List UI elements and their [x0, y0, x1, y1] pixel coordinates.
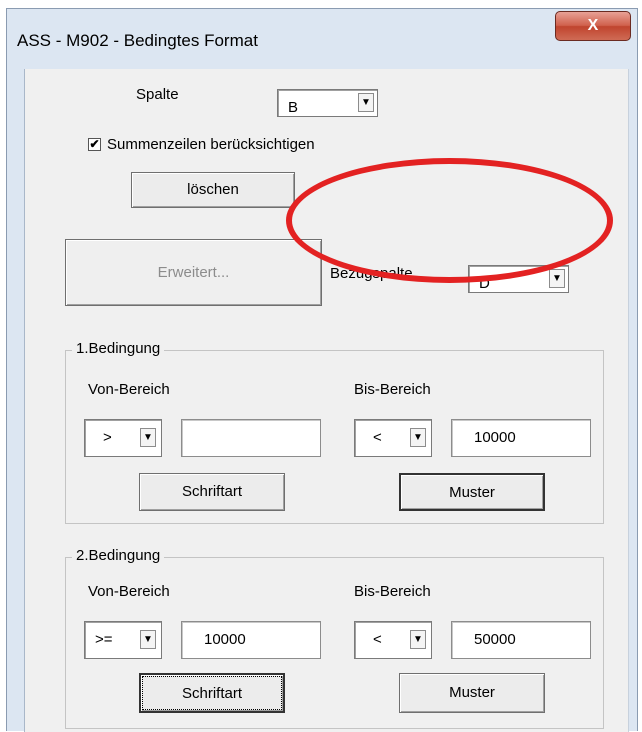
summenzeilen-checkbox[interactable]: ✔ — [88, 138, 101, 151]
close-icon: X — [587, 17, 599, 34]
bis-operator-value: < — [373, 631, 382, 648]
von-operator-value: > — [103, 429, 112, 446]
summenzeilen-label[interactable]: Summenzeilen berücksichtigen — [107, 136, 315, 153]
bis-operator-select[interactable]: < ▼ — [354, 621, 432, 659]
chevron-down-icon[interactable]: ▼ — [358, 93, 374, 112]
chevron-down-icon[interactable]: ▼ — [410, 428, 426, 447]
window-title: ASS - M902 - Bedingtes Format — [17, 31, 258, 50]
erweitert-label: Erweitert... — [157, 264, 230, 281]
chevron-down-icon[interactable]: ▼ — [140, 630, 156, 649]
bedingung-1-title: 1.Bedingung — [72, 340, 165, 357]
bis-operator-select[interactable]: < ▼ — [354, 419, 432, 457]
spalte-select[interactable]: B ▼ — [277, 89, 378, 117]
von-operator-select[interactable]: >= ▼ — [84, 621, 162, 659]
bis-operator-value: < — [373, 429, 382, 446]
bis-bereich-label: Bis-Bereich — [354, 381, 431, 398]
von-value-input[interactable]: 10000 — [181, 621, 321, 659]
von-operator-select[interactable]: > ▼ — [84, 419, 162, 457]
chevron-down-icon[interactable]: ▼ — [410, 630, 426, 649]
von-bereich-label: Von-Bereich — [88, 583, 170, 600]
title-bar[interactable]: ASS - M902 - Bedingtes Format X — [7, 9, 637, 69]
muster-button[interactable]: Muster — [399, 673, 545, 713]
schriftart-label: Schriftart — [181, 483, 242, 500]
checkmark-icon: ✔ — [89, 137, 100, 151]
dialog-window: ASS - M902 - Bedingtes Format X Spalte B… — [6, 8, 638, 732]
bedingung-2-title: 2.Bedingung — [72, 547, 165, 564]
loeschen-button[interactable]: löschen — [131, 172, 295, 208]
schriftart-button[interactable]: Schriftart — [139, 473, 285, 511]
chevron-down-icon[interactable]: ▼ — [549, 269, 565, 288]
bis-value: 10000 — [474, 429, 516, 446]
bedingung-1-group: 1.Bedingung Von-Bereich Bis-Bereich > ▼ … — [65, 340, 604, 524]
schriftart-button[interactable]: Schriftart — [139, 673, 285, 713]
bis-bereich-label: Bis-Bereich — [354, 583, 431, 600]
spalte-value: B — [288, 99, 299, 116]
muster-label: Muster — [449, 484, 495, 501]
muster-label: Muster — [449, 684, 495, 701]
muster-button[interactable]: Muster — [399, 473, 545, 511]
bis-value-input[interactable]: 50000 — [451, 621, 591, 659]
spalte-label: Spalte — [136, 86, 179, 103]
von-value: 10000 — [204, 631, 246, 648]
von-operator-value: >= — [95, 631, 113, 648]
von-bereich-label: Von-Bereich — [88, 381, 170, 398]
schriftart-label: Schriftart — [181, 685, 242, 702]
bis-value-input[interactable]: 10000 — [451, 419, 591, 457]
close-button[interactable]: X — [555, 11, 631, 41]
von-value-input[interactable] — [181, 419, 321, 457]
loeschen-label: löschen — [187, 181, 239, 198]
bedingung-2-group: 2.Bedingung Von-Bereich Bis-Bereich >= ▼… — [65, 547, 604, 729]
bis-value: 50000 — [474, 631, 516, 648]
chevron-down-icon[interactable]: ▼ — [140, 428, 156, 447]
erweitert-button[interactable]: Erweitert... — [65, 239, 322, 306]
highlight-ellipse — [286, 158, 613, 283]
